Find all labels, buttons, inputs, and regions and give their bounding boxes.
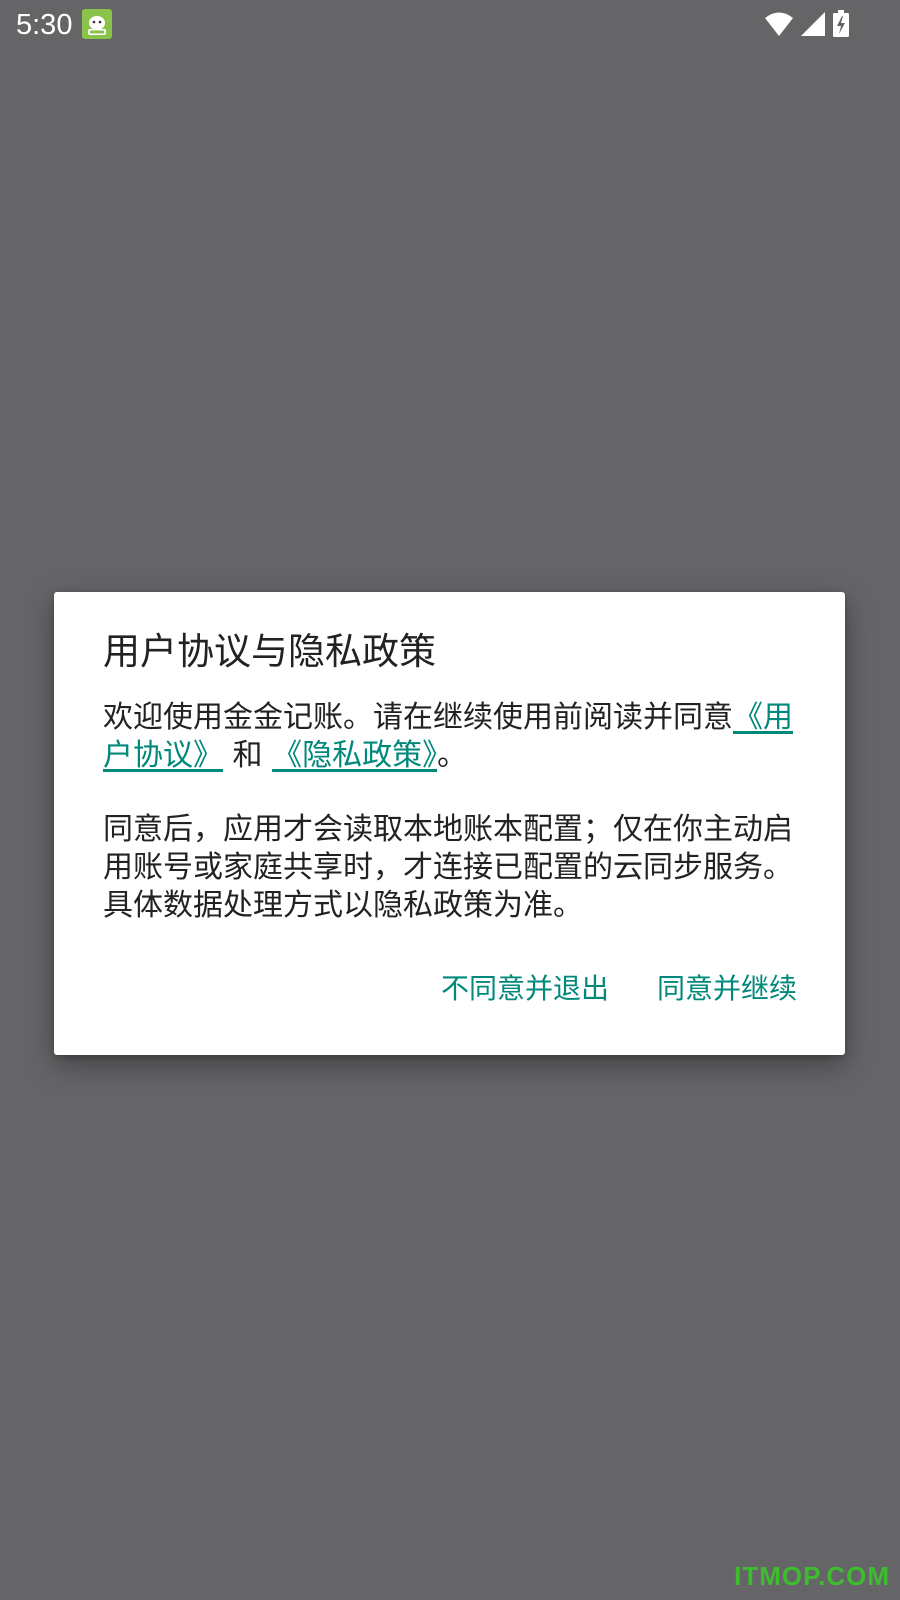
para1-prefix: 欢迎使用金金记账。请在继续使用前阅读并同意 [103, 700, 733, 735]
dialog-title: 用户协议与隐私政策 [103, 630, 436, 673]
dialog-actions: 不同意并退出 同意并继续 [441, 970, 797, 1008]
status-bar: 5:30 [0, 0, 900, 50]
status-icons [764, 10, 850, 38]
status-time: 5:30 [16, 9, 73, 41]
wifi-icon [764, 11, 794, 37]
dialog-paragraph-1: 欢迎使用金金记账。请在继续使用前阅读并同意《用户协议》 和 《隐私政策》。 [103, 699, 803, 775]
disagree-exit-button[interactable]: 不同意并退出 [441, 970, 609, 1008]
agree-continue-button[interactable]: 同意并继续 [657, 970, 797, 1008]
battery-charging-icon [832, 10, 850, 38]
privacy-dialog: 用户协议与隐私政策 欢迎使用金金记账。请在继续使用前阅读并同意《用户协议》 和 … [54, 592, 845, 1055]
cellular-signal-icon [800, 11, 826, 37]
app-notification-icon [82, 9, 112, 39]
para1-and: 和 [223, 738, 273, 773]
privacy-policy-link[interactable]: 《隐私政策》 [272, 738, 437, 773]
para1-suffix: 。 [437, 738, 468, 773]
dialog-paragraph-2: 同意后，应用才会读取本地账本配置；仅在你主动启用账号或家庭共享时，才连接已配置的… [103, 812, 793, 923]
dialog-body: 欢迎使用金金记账。请在继续使用前阅读并同意《用户协议》 和 《隐私政策》。 同意… [103, 699, 803, 925]
watermark: ITMOP.COM [734, 1561, 890, 1591]
